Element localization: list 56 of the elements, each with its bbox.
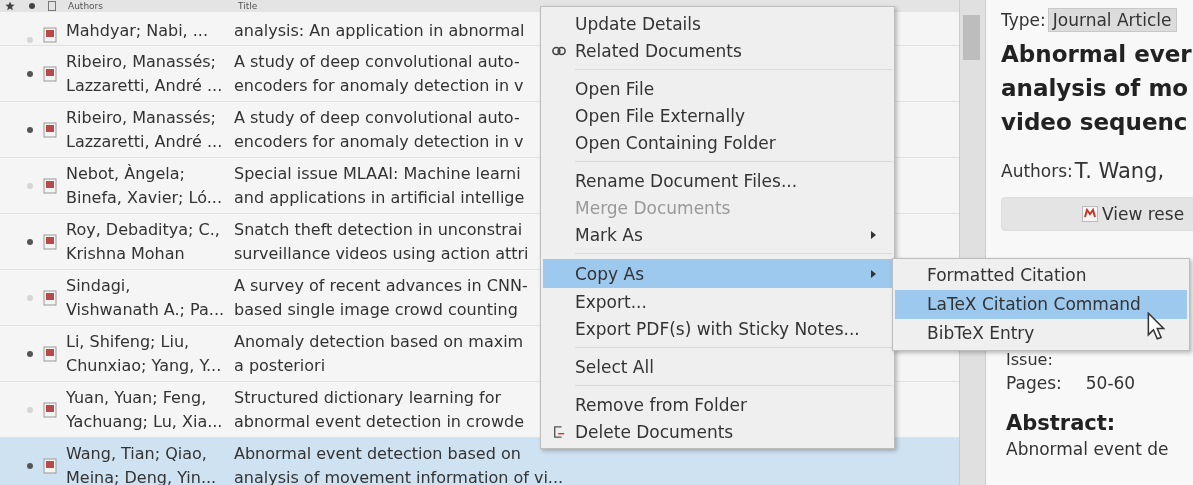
scrollbar-thumb[interactable] [963,15,980,60]
menu-item[interactable]: Copy As [543,259,892,288]
title-cell-text: A study of deep convolutional auto- encoders for anomaly detection in v [234,50,524,97]
pdf-icon [43,345,57,362]
pdf-icon [43,458,57,474]
abstract-heading: Abstract: [1005,411,1117,435]
menu-item[interactable]: Open File [543,75,892,102]
pages-value: 50-60 [1085,373,1136,393]
title-cell-text: Special issue MLAAI: Machine learni and applications in artificial intellige [234,162,525,209]
menu-item[interactable]: Open Containing Folder [543,129,892,156]
menu-item[interactable]: Select All [543,353,892,380]
authors-cell-text: Yuan, Yuan; Feng, Yachuang; Lu, Xia... [66,386,224,433]
pdf-icon [43,177,57,194]
menu-item[interactable]: LaTeX Citation Command [895,290,1187,319]
pdf-icon [43,65,57,82]
related-icon [552,44,566,57]
authors-cell-text: Li, Shifeng; Liu, Chunxiao; Yang, Y... [66,330,223,377]
read-status-icon[interactable] [29,3,35,9]
type-label: Type: [1001,10,1046,30]
authors-cell-text: Mahdyar; Nabi, ... [66,20,210,42]
authors-label: Authors: [1001,161,1073,181]
authors-value: T. Wang, [1074,159,1165,183]
menu-item[interactable]: Remove from Folder [543,391,892,418]
type-field[interactable]: Journal Article [1047,8,1177,32]
delete-icon [552,425,566,438]
menu-item[interactable]: Rename Document Files... [543,167,892,194]
authors-cell-text: Sindagi, Vishwanath A.; Pa... [66,274,226,321]
pdf-icon [43,233,57,250]
authors-cell-text: Roy, Debaditya; C., Krishna Mohan [66,218,221,265]
title-cell-text: A study of deep convolutional auto- encoders for anomaly detection in v [234,106,524,153]
title-cell-text: A survey of recent advances in CNN- based single image crowd counting [234,274,528,321]
document-title: Abnormal ever analysis of mo video sequenc [1001,40,1193,137]
authors-cell-text: Nebot, Àngela; Binefa, Xavier; Ló... [66,162,223,209]
menu-item[interactable]: Open File Externally [543,102,892,129]
title-cell-text: Snatch theft detection in unconstrai surveillance videos using action attri [234,218,529,265]
menu-item[interactable]: Update Details [543,10,892,37]
column-header[interactable]: Title [238,1,258,11]
pdf-icon [43,121,57,138]
view-research-button[interactable]: View rese [1001,197,1193,231]
pdf-icon [43,289,57,306]
authors-cell-text: Ribeiro, Manassés; Lazzaretti, André ... [66,50,224,97]
issue-label: Issue: [1005,351,1054,369]
title-cell-text: analysis: An application in abnormal [234,20,525,42]
pdf-icon [43,401,57,418]
title-cell-text: Anomaly detection based on maxim a posteriori [234,330,524,377]
menu-item[interactable]: Export... [543,288,892,315]
column-header[interactable]: Authors [68,1,238,11]
pages-label: Pages: [1006,373,1062,393]
abstract-text: Abnormal event de [1005,439,1170,459]
mouse-cursor-icon [1146,312,1166,340]
file-icon[interactable] [48,1,56,11]
pdf-icon [43,27,57,43]
menu-item[interactable]: Mark As [543,221,892,248]
authors-cell-text: Ribeiro, Manassés; Lazzaretti, André ... [66,106,224,153]
title-cell-text: Structured dictionary learning for abnormal event detection in crowde [234,386,524,433]
star-icon[interactable] [5,1,15,11]
